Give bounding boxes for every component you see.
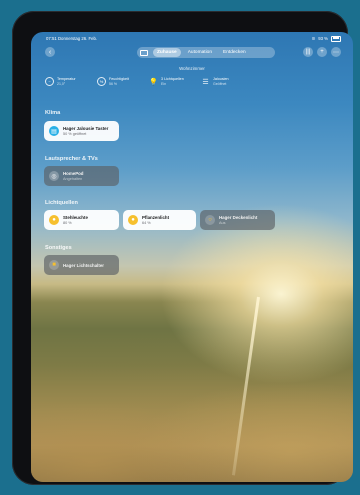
tab-zuhause[interactable]: Zuhause — [153, 48, 181, 57]
stat-blinds[interactable]: ☰ Jalousien Geöffnet — [201, 77, 243, 86]
stat-value: 56 % — [109, 82, 117, 86]
lightbulb-icon: ● — [128, 215, 138, 225]
tile-status: 50 % geöffnet — [63, 132, 87, 136]
voice-button[interactable]: ||| — [303, 47, 313, 57]
stat-value: Ein — [161, 82, 167, 86]
stat-label: Feuchtigkeit — [109, 77, 129, 81]
sidebar-toggle-icon[interactable] — [140, 49, 148, 56]
tile-status: 64 % — [142, 221, 151, 225]
home-app-screen: 07:51 Donnerstag 26. Feb. ≋ 93 % ‹ Zuhau… — [31, 32, 353, 482]
ipad-frame: 07:51 Donnerstag 26. Feb. ≋ 93 % ‹ Zuhau… — [12, 11, 353, 485]
stat-label: 3 Lichtquellen — [161, 77, 184, 81]
battery-text: 93 % — [318, 36, 328, 41]
chevron-left-icon: ‹ — [48, 48, 52, 56]
tile-name: Hager Deckenlicht — [219, 215, 258, 220]
tile-status: Angehalten — [63, 177, 83, 181]
section-klima: Klima — [45, 110, 61, 116]
tile-stehleuchte[interactable]: ● Stehleuchte 80 % — [44, 210, 119, 230]
thermometer-icon: ~ — [45, 77, 54, 86]
add-button[interactable]: + — [317, 47, 327, 57]
tile-hager-deckenlicht[interactable]: ○ Hager Deckenlicht Aus — [200, 210, 275, 230]
tile-name: Stehleuchte — [63, 215, 88, 220]
top-actions: ||| + ⋯ — [303, 47, 341, 57]
room-title: Wohnzimmer — [179, 66, 205, 71]
room-stats: ~ Temperatur 21,0° % Feuchtigkeit 56 % 💡… — [45, 77, 243, 86]
homepod-icon: ◎ — [49, 171, 59, 181]
stat-value: Geöffnet — [213, 82, 227, 86]
battery-icon — [331, 35, 341, 42]
tile-status: 80 % — [63, 221, 72, 225]
back-button[interactable]: ‹ — [45, 47, 55, 57]
tile-pflanzenlicht[interactable]: ● Pflanzenlicht 64 % — [123, 210, 196, 230]
wallpaper-field — [31, 332, 353, 482]
stat-value: 21,0° — [57, 82, 66, 86]
tile-homepod[interactable]: ◎ HomePod Angehalten — [44, 166, 119, 186]
status-bar: 07:51 Donnerstag 26. Feb. ≋ 93 % — [31, 32, 353, 44]
stat-label: Temperatur — [57, 77, 76, 81]
stat-label: Jalousien — [213, 77, 229, 81]
lamp-icon: ● — [49, 215, 59, 225]
plus-icon: + — [320, 49, 324, 55]
stat-lights[interactable]: 💡 3 Lichtquellen Ein — [149, 77, 191, 86]
humidity-icon: % — [97, 77, 106, 86]
tile-hager-jalousie[interactable]: ▤ Hager Jalousie Taster 50 % geöffnet — [44, 121, 119, 141]
status-right: ≋ 93 % — [311, 35, 341, 42]
tile-status: Aus — [219, 221, 226, 225]
ellipsis-icon: ⋯ — [333, 49, 339, 56]
tab-bar: Zuhause Automation Entdecken — [137, 47, 275, 58]
tile-name: Hager Lichtschalter — [63, 262, 104, 268]
more-button[interactable]: ⋯ — [331, 47, 341, 57]
wifi-icon: ≋ — [311, 35, 316, 41]
section-lights: Lichtquellen — [45, 200, 78, 206]
blinds-icon: ▤ — [49, 126, 59, 136]
lightbulb-icon: ○ — [205, 215, 215, 225]
switch-icon: ■ — [49, 260, 59, 270]
section-speakers: Lautsprecher & TVs — [45, 156, 98, 162]
section-other: Sonstiges — [45, 245, 72, 251]
tab-entdecken[interactable]: Entdecken — [219, 48, 250, 57]
tile-hager-lichtschalter[interactable]: ■ Hager Lichtschalter — [44, 255, 119, 275]
tile-name: Pflanzenlicht — [142, 215, 170, 220]
stat-temperature[interactable]: ~ Temperatur 21,0° — [45, 77, 87, 86]
tile-name: Hager Jalousie Taster — [63, 126, 109, 131]
status-time: 07:51 Donnerstag 26. Feb. — [46, 36, 98, 41]
blinds-icon: ☰ — [202, 78, 209, 86]
tab-automation[interactable]: Automation — [184, 48, 216, 57]
stat-humidity[interactable]: % Feuchtigkeit 56 % — [97, 77, 139, 86]
tile-name: HomePod — [63, 171, 84, 176]
waveform-icon: ||| — [305, 49, 311, 55]
lightbulb-icon: 💡 — [149, 78, 158, 86]
